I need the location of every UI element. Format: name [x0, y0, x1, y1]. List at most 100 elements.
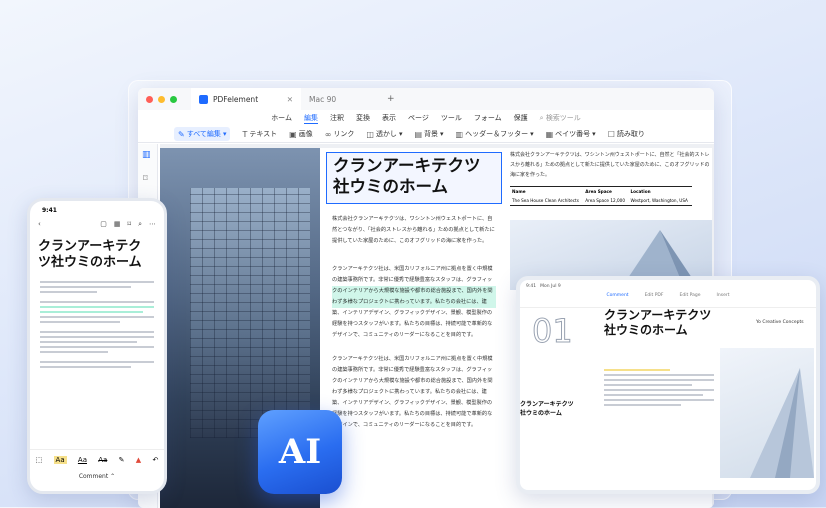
text-highlight — [332, 286, 496, 308]
table-cell: Area Space 12,000 — [585, 198, 625, 203]
tablet-toolbar — [520, 298, 816, 308]
menu-protect[interactable]: 保護 — [514, 113, 528, 123]
pen-tool-icon[interactable]: ✎ — [119, 456, 125, 464]
search-label: 検索ツール — [545, 114, 581, 122]
background-icon: ▤ — [414, 129, 423, 139]
tablet-status-bar: 9:41 Mon Jul 9 — [520, 280, 816, 293]
background-label: 背景 — [424, 130, 439, 138]
tablet-device: 9:41 Mon Jul 9 Comment Edit PDF Edit Page In… — [516, 276, 820, 494]
minimize-window-button[interactable] — [158, 95, 165, 103]
tab-title: PDFelement — [213, 94, 259, 104]
thumbnails-icon[interactable]: ▥ — [142, 150, 157, 160]
heading-line-2: 社ウミのホーム — [333, 176, 449, 196]
color-tool-icon[interactable]: ▲ — [136, 456, 141, 464]
bookmark-icon[interactable]: ⌑ — [127, 220, 131, 229]
pdfelement-logo-icon — [199, 94, 208, 104]
watermark-button[interactable]: ◫ 透かし ▾ — [366, 129, 402, 139]
background-button[interactable]: ▤ 背景 ▾ — [414, 129, 443, 139]
chevron-icon: ⌃ — [110, 473, 116, 480]
table-cell: Westport, Washington, USA — [630, 198, 688, 203]
phone-time: 9:41 — [42, 207, 57, 214]
header-footer-button[interactable]: ▥ ヘッダー＆フッター ▾ — [456, 129, 534, 139]
header-footer-icon: ▥ — [455, 129, 464, 139]
tablet-building-photo — [720, 348, 814, 478]
image-icon: ▣ — [289, 129, 297, 139]
checkbox-icon: ☐ — [607, 129, 615, 139]
search-tools[interactable]: ⌕ 検索ツール — [540, 113, 581, 123]
menu-home[interactable]: ホーム — [271, 113, 292, 123]
watermark-label: 透かし — [375, 130, 397, 138]
more-icon[interactable]: ⋯ — [149, 220, 156, 229]
tablet-date: Mon Jul 9 — [540, 284, 561, 289]
close-tab-icon[interactable]: ✕ — [287, 95, 293, 104]
pages-icon[interactable]: ▢ — [100, 220, 107, 229]
phone-heading: クランアーキテク ツ社ウミのホーム — [30, 229, 164, 272]
table-cell: The Sea House Clean Architects — [512, 198, 579, 203]
image-label: 画像 — [298, 130, 313, 138]
search-icon[interactable]: ⌕ — [138, 220, 142, 229]
read-label: 読み取り — [616, 130, 645, 138]
tab-mac[interactable]: Mac 90 — [301, 88, 381, 110]
tab-pdfelement[interactable]: PDFelement ✕ — [191, 88, 301, 110]
back-icon[interactable]: ‹ — [38, 220, 41, 229]
table-header: Area Space — [585, 189, 612, 194]
new-tab-button[interactable]: + — [387, 94, 395, 104]
link-label: リンク — [333, 130, 355, 138]
highlight-tool-icon[interactable]: Aa — [53, 455, 67, 464]
phone-body-text — [30, 272, 164, 368]
tablet-tab-edit-pdf[interactable]: Edit PDF — [645, 293, 664, 298]
tablet-building-sketch — [750, 368, 814, 478]
tablet-subheading-line-1: クランアーキテクツ — [520, 401, 574, 408]
menu-page[interactable]: ページ — [408, 113, 429, 123]
text-label: テキスト — [249, 130, 278, 138]
image-button[interactable]: ▣ 画像 — [289, 129, 313, 139]
tablet-subheading-line-2: 社ウミのホーム — [520, 410, 562, 417]
title-bar: PDFelement ✕ Mac 90 + — [138, 88, 714, 110]
close-window-button[interactable] — [146, 95, 153, 103]
header-footer-label: ヘッダー＆フッター — [465, 130, 529, 138]
tablet-tab-insert[interactable]: Insert — [717, 293, 730, 298]
phone-annotation-bar: ⬚ Aa Aa Aa ✎ ▲ ↶ — [30, 449, 164, 469]
section-number: 01 — [532, 312, 574, 351]
read-only-toggle[interactable]: ☐ 読み取り — [608, 129, 645, 139]
menu-tools[interactable]: ツール — [441, 113, 462, 123]
menu-form[interactable]: フォーム — [474, 113, 502, 123]
phone-heading-line-2: ツ社ウミのホーム — [38, 255, 142, 271]
menu-view[interactable]: 表示 — [382, 113, 396, 123]
heading-edit-box[interactable]: クランアーキテクツ 社ウミのホーム — [326, 152, 502, 204]
undo-icon[interactable]: ↶ — [152, 456, 158, 464]
paragraph-intro[interactable]: 株式会社クランアーキテクツは、ワシントン州ウェストポートに、自然とつながり、「社… — [332, 214, 496, 247]
grid-icon[interactable]: ▦ — [114, 220, 121, 229]
tablet-time: 9:41 — [526, 284, 537, 289]
edit-all-label: すべて編集 — [186, 130, 221, 138]
select-icon[interactable]: ⬚ — [36, 456, 43, 464]
link-button[interactable]: ∞ リンク — [325, 129, 355, 139]
search-icon: ⌕ — [539, 114, 544, 122]
text-button[interactable]: T テキスト — [242, 129, 277, 139]
table-header: Name — [512, 189, 526, 194]
building-facade — [190, 188, 310, 438]
phone-mode-switch[interactable]: Comment ⌃ — [30, 473, 164, 480]
tablet-tab-edit-page[interactable]: Edit Page — [680, 293, 701, 298]
menu-annotate[interactable]: 注釈 — [330, 113, 344, 123]
bates-number-button[interactable]: ▦ ベイツ番号 ▾ — [546, 129, 596, 139]
edit-all-button[interactable]: ✎ すべて編集 ▾ — [174, 127, 231, 141]
edit-toolbar: ✎ すべて編集 ▾ T テキスト ▣ 画像 ∞ リンク ◫ 透かし ▾ ▤ 背景 ▾ ▥ ヘッ… — [138, 126, 714, 143]
document-heading: クランアーキテクツ 社ウミのホーム — [327, 153, 501, 197]
tablet-heading: クランアーキテクツ 社ウミのホーム — [604, 308, 711, 338]
project-table: Name Area Space Location The Sea House Cle… — [510, 186, 692, 206]
menu-edit[interactable]: 編集 — [303, 113, 318, 124]
underline-tool-icon[interactable]: Aa — [78, 456, 87, 464]
zoom-window-button[interactable] — [170, 95, 177, 103]
tablet-tab-comment[interactable]: Comment — [607, 293, 629, 298]
right-column-text: 株式会社クランアーキテクツは、ワシントン州ウェストポートに、自然と「社会的ストレ… — [510, 152, 710, 178]
strikethrough-tool-icon[interactable]: Aa — [98, 456, 107, 464]
menu-convert[interactable]: 変換 — [356, 113, 370, 123]
tablet-subheading: クランアーキテクツ 社ウミのホーム — [520, 400, 574, 418]
table-header: Location — [630, 189, 651, 194]
bookmark-icon[interactable]: ⌑ — [143, 174, 157, 184]
ai-badge-label: AI — [278, 432, 322, 472]
paragraph-company-repeat[interactable]: クランアーキテクツ社は、米国カリフォルニア州に拠点を置く中規模の建築事務所です。… — [332, 354, 496, 431]
tablet-heading-line-2: 社ウミのホーム — [604, 323, 688, 337]
ai-badge: AI — [258, 410, 342, 494]
